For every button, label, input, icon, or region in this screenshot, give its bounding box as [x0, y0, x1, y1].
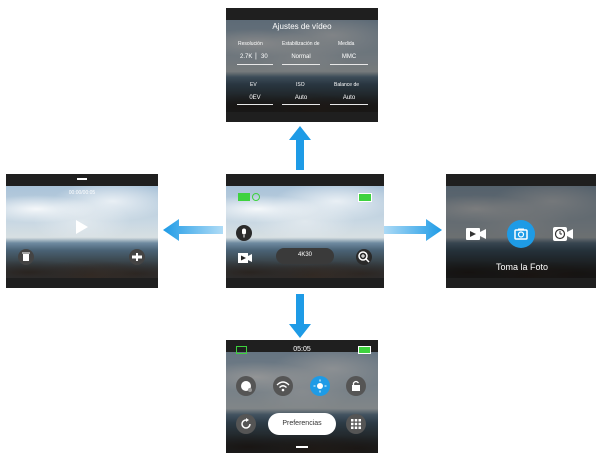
voice-icon[interactable] [236, 376, 256, 396]
rotate-icon[interactable] [236, 414, 256, 434]
iso-label: ISO [296, 82, 305, 88]
battery-icon [358, 346, 371, 354]
stabilization-value[interactable]: Normal [282, 54, 320, 60]
preferences-label: Preferencias [282, 420, 322, 427]
ev-value[interactable]: 0EV [237, 95, 273, 101]
ev-label: EV [250, 82, 257, 88]
battery-icon [358, 193, 372, 202]
framerate-value[interactable]: 30 [261, 54, 268, 60]
grid-icon[interactable] [346, 414, 366, 434]
resolution-value[interactable]: 2.7K [240, 54, 252, 60]
playback-timecode: 00:00/00:05 [68, 190, 96, 196]
photo-camera-icon[interactable] [507, 220, 535, 248]
resolution-label: Resolución [238, 41, 263, 47]
stabilization-label: Estabilización de [282, 41, 320, 47]
arrow-left [163, 219, 223, 241]
white-balance-value[interactable]: Auto [330, 95, 368, 101]
arrow-up [289, 126, 311, 170]
video-mode-icon[interactable] [238, 251, 252, 263]
lock-icon[interactable] [346, 376, 366, 396]
pull-handle[interactable] [296, 446, 308, 448]
microphone-icon[interactable] [236, 225, 252, 241]
playback-screen: 00:00/00:05 [6, 174, 158, 288]
live-view-screen: 4K30 [226, 174, 384, 288]
resolution-separator: | [255, 53, 257, 60]
mode-selection-screen: Toma la Foto [446, 174, 596, 288]
white-balance-label: Balance de [334, 82, 360, 88]
brightness-icon[interactable] [310, 376, 330, 396]
play-icon[interactable] [76, 220, 88, 234]
wifi-icon[interactable] [273, 376, 293, 396]
clock-time: 05:05 [293, 346, 311, 353]
metering-label: Medida [338, 41, 355, 47]
sd-card-icon [238, 193, 250, 201]
video-camera-icon[interactable] [466, 227, 486, 241]
zoom-icon[interactable] [356, 249, 372, 265]
mode-label: Toma la Foto [495, 262, 549, 272]
metering-value[interactable]: MMC [330, 54, 368, 60]
quick-menu-screen: 05:05 Preferencias [226, 340, 378, 453]
iso-value[interactable]: Auto [282, 95, 320, 101]
trash-icon[interactable] [18, 249, 34, 265]
arrow-down [289, 294, 311, 338]
video-settings-screen: Ajustes de vídeo Resolución Estabilizaci… [226, 8, 378, 122]
resolution-badge-label: 4K30 [297, 252, 312, 258]
timelapse-icon[interactable] [553, 227, 573, 241]
pull-handle[interactable] [77, 178, 87, 180]
arrow-right [382, 219, 442, 241]
settings-title: Ajustes de vídeo [272, 22, 332, 31]
playback-control-icon[interactable] [129, 249, 145, 265]
status-dot [252, 193, 260, 201]
